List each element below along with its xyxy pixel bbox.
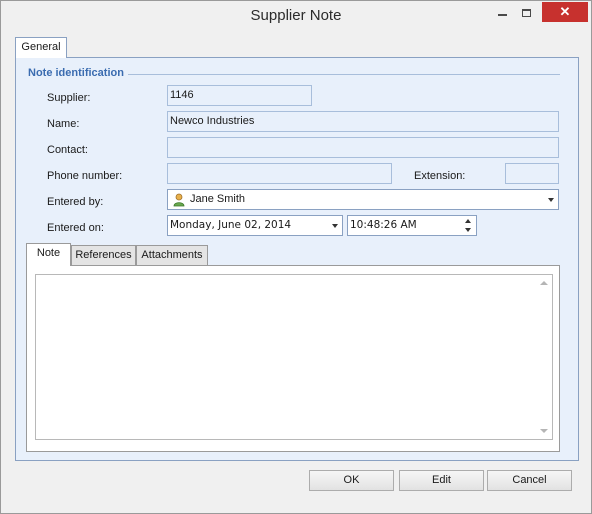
entered-by-label: Entered by:	[47, 196, 104, 208]
entered-on-time-value: 10:48:26 AM	[350, 219, 417, 231]
tab-general[interactable]: General	[15, 37, 67, 58]
cancel-button[interactable]: Cancel	[487, 470, 572, 491]
group-divider	[128, 74, 560, 75]
contact-label: Contact:	[47, 144, 88, 156]
title-bar[interactable]: Supplier Note ✕	[1, 1, 591, 32]
entered-on-date-picker[interactable]: Monday, June 02, 2014	[167, 215, 343, 236]
ok-button[interactable]: OK	[309, 470, 394, 491]
vertical-scrollbar[interactable]	[535, 275, 552, 439]
minimize-icon	[497, 13, 507, 16]
tab-references[interactable]: References	[71, 245, 136, 265]
general-tab-panel: Note identification Supplier: 1146 Name:…	[15, 57, 579, 461]
phone-number-label: Phone number:	[47, 170, 123, 182]
maximize-icon	[521, 8, 531, 17]
entered-on-time-spinner[interactable]: 10:48:26 AM	[347, 215, 477, 236]
spin-down-icon[interactable]	[465, 228, 471, 232]
entered-on-label: Entered on:	[47, 222, 104, 234]
supplier-field[interactable]: 1146	[167, 85, 312, 106]
phone-number-field[interactable]	[167, 163, 392, 184]
name-field[interactable]: Newco Industries	[167, 111, 559, 132]
tab-note[interactable]: Note	[26, 243, 71, 266]
chevron-down-icon[interactable]	[548, 198, 554, 202]
entered-on-date-value: Monday, June 02, 2014	[170, 219, 292, 231]
minimize-button[interactable]	[489, 2, 515, 23]
note-textarea[interactable]	[35, 274, 553, 440]
user-icon	[173, 193, 185, 207]
scroll-down-icon[interactable]	[540, 429, 548, 433]
scroll-up-icon[interactable]	[540, 281, 548, 285]
name-label: Name:	[47, 118, 80, 130]
contact-field[interactable]	[167, 137, 559, 158]
note-tab-panel	[26, 265, 560, 452]
edit-button[interactable]: Edit	[399, 470, 484, 491]
spin-up-icon[interactable]	[465, 219, 471, 223]
close-button[interactable]: ✕	[542, 2, 588, 22]
supplier-note-window: Supplier Note ✕ General Note identificat…	[0, 0, 592, 514]
supplier-label: Supplier:	[47, 92, 91, 104]
group-title-note-identification: Note identification	[28, 67, 130, 79]
chevron-down-icon[interactable]	[332, 224, 338, 228]
entered-by-value: Jane Smith	[190, 193, 246, 205]
extension-label: Extension:	[414, 170, 466, 182]
tab-attachments[interactable]: Attachments	[136, 245, 208, 265]
close-icon: ✕	[559, 4, 571, 19]
entered-by-dropdown[interactable]: Jane Smith	[167, 189, 559, 210]
extension-field[interactable]	[505, 163, 559, 184]
maximize-button[interactable]	[513, 2, 539, 23]
